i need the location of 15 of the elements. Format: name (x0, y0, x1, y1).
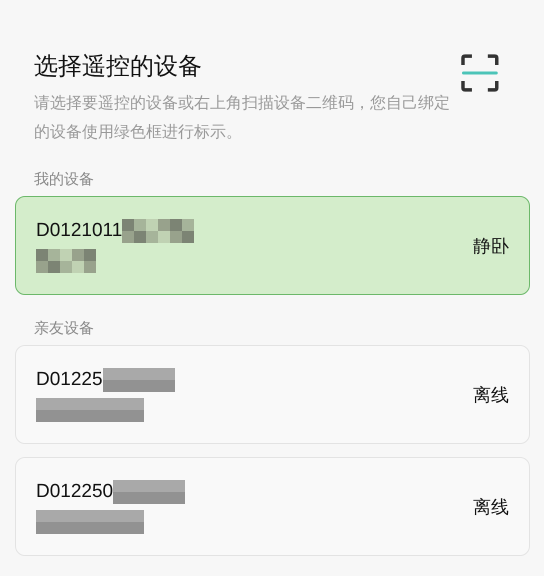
device-id: D01225 (36, 368, 103, 390)
device-id: D0121011 (36, 220, 122, 242)
scan-icon[interactable] (461, 54, 499, 92)
device-card[interactable]: D012250 离线 (15, 457, 530, 556)
device-card[interactable]: D01225 离线 (15, 345, 530, 444)
page-title: 选择遥控的设备 (34, 51, 203, 82)
device-card[interactable]: D0121011 静卧 (15, 196, 530, 295)
section-label: 亲友设备 (33, 318, 95, 339)
description-text: 请选择要遥控的设备或右上角扫描设备二维码，您自己绑定的设备使用绿色框进行标示。 (34, 92, 451, 143)
device-status: 离线 (473, 496, 509, 518)
device-status: 离线 (473, 384, 509, 406)
redaction-mosaic (36, 248, 96, 272)
device-status: 静卧 (473, 234, 509, 258)
section-label: 我的设备 (33, 169, 95, 190)
device-id: D012250 (36, 480, 114, 502)
